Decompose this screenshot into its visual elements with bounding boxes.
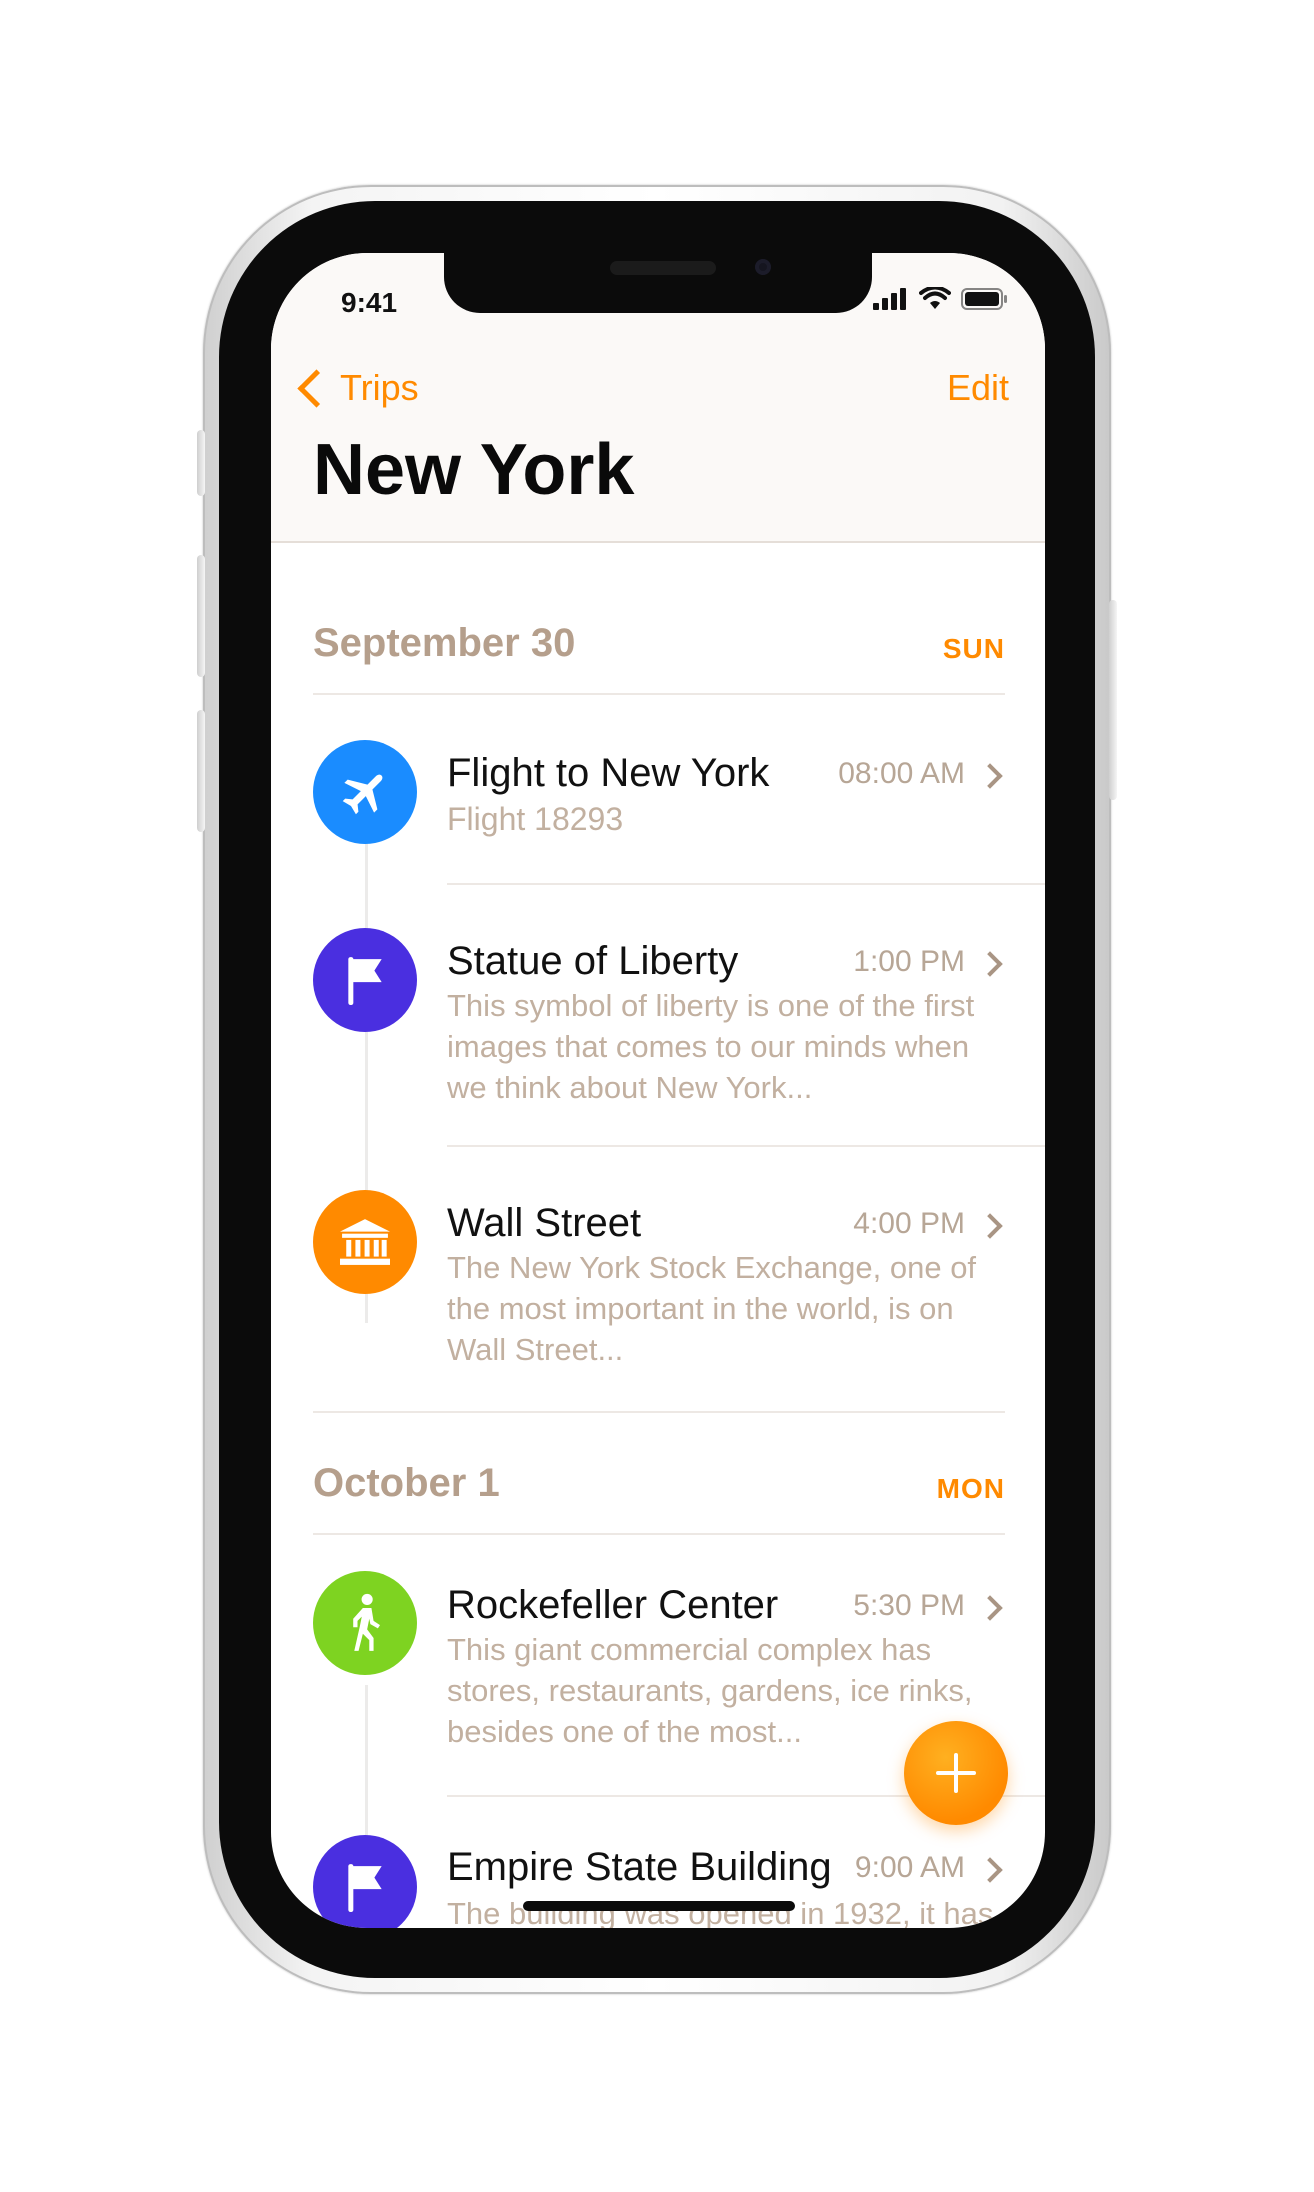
item-title: Wall Street — [447, 1201, 642, 1245]
item-title: Rockefeller Center — [447, 1583, 779, 1627]
home-indicator[interactable] — [523, 1901, 795, 1911]
back-button[interactable]: Trips — [289, 367, 419, 409]
item-title: Flight to New York — [447, 751, 770, 795]
item-title: Empire State Building — [447, 1845, 832, 1889]
walking-icon — [353, 1593, 380, 1651]
section-date: September 30 — [313, 621, 576, 665]
battery-icon — [961, 288, 1007, 310]
front-camera — [755, 259, 771, 275]
status-icons — [873, 287, 1009, 311]
list-item[interactable]: Flight to New York 08:00 AM Flight 18293 — [271, 695, 1045, 885]
item-subtitle: Flight 18293 — [447, 801, 624, 837]
airplane-icon — [342, 774, 383, 815]
icon-circle — [313, 1571, 417, 1675]
item-time: 1:00 PM — [853, 945, 965, 978]
bank-icon — [340, 1219, 390, 1265]
flag-icon — [348, 1864, 382, 1912]
page-title: New York — [313, 430, 635, 510]
item-time: 08:00 AM — [838, 757, 965, 790]
add-button[interactable] — [904, 1721, 1008, 1825]
chevron-right-icon — [977, 1857, 1003, 1883]
item-time: 4:00 PM — [853, 1207, 965, 1240]
volume-up-button — [197, 555, 205, 677]
section-day: MON — [936, 1473, 1005, 1504]
flag-icon — [348, 957, 382, 1005]
plus-icon — [936, 1753, 976, 1793]
item-description: The New York Stock Exchange, one of the … — [447, 1250, 977, 1367]
list-item[interactable]: Wall Street 4:00 PM The New York Stock E… — [271, 1147, 1045, 1411]
icon-circle — [313, 740, 417, 844]
cellular-signal-icon — [873, 288, 906, 310]
icon-circle — [313, 1190, 417, 1294]
section-day: SUN — [942, 633, 1005, 664]
chevron-right-icon — [977, 763, 1003, 789]
edit-button[interactable]: Edit — [947, 367, 1009, 409]
item-title: Statue of Liberty — [447, 939, 739, 983]
section-header: October 1 MON — [313, 1411, 1005, 1535]
chevron-right-icon — [977, 951, 1003, 977]
chevron-right-icon — [977, 1213, 1003, 1239]
chevron-left-icon — [297, 368, 336, 408]
icon-circle — [313, 1835, 417, 1928]
power-button — [1109, 600, 1117, 800]
mute-switch — [197, 430, 205, 496]
wifi-icon — [919, 287, 951, 309]
section-header: September 30 SUN — [313, 573, 1005, 695]
screen: 9:41 Trips Edit New York September 30 SU… — [271, 253, 1045, 1928]
notch — [444, 253, 872, 313]
volume-down-button — [197, 710, 205, 832]
list-item[interactable]: Statue of Liberty 1:00 PM This symbol of… — [271, 885, 1045, 1147]
back-label: Trips — [340, 367, 419, 408]
section-date: October 1 — [313, 1461, 500, 1505]
icon-circle — [313, 928, 417, 1032]
item-time: 5:30 PM — [853, 1589, 965, 1622]
item-description: This symbol of liberty is one of the fir… — [447, 988, 975, 1105]
chevron-right-icon — [977, 1595, 1003, 1621]
status-time: 9:41 — [341, 287, 398, 318]
item-time: 9:00 AM — [854, 1851, 965, 1884]
speaker — [610, 261, 716, 275]
